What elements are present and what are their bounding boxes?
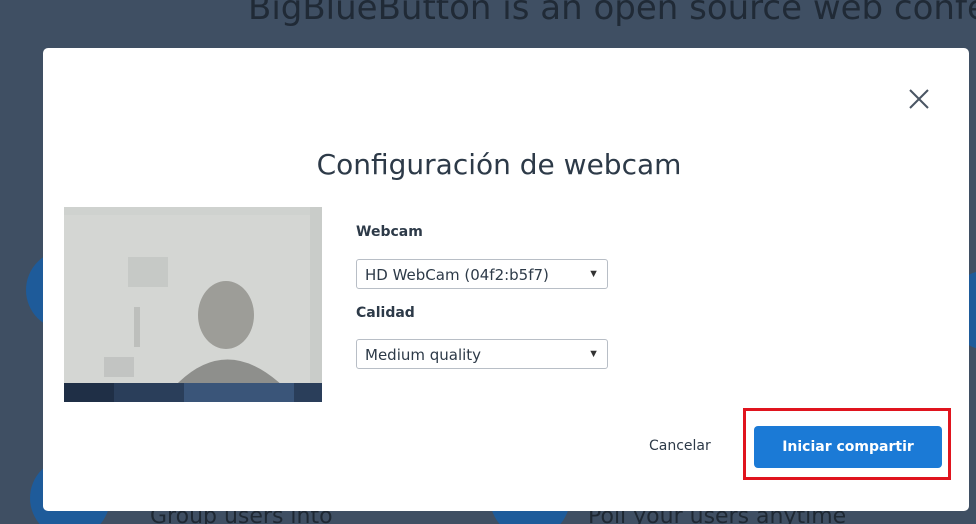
webcam-settings-modal: Configuración de webcam Webcam HD WebCam…	[43, 48, 969, 511]
quality-label: Calidad	[356, 305, 415, 321]
close-icon	[909, 89, 929, 109]
webcam-label: Webcam	[356, 224, 423, 240]
background-heading: BigBlueButton is an open source web conf…	[248, 0, 976, 28]
modal-title: Configuración de webcam	[316, 148, 682, 181]
chevron-down-icon: ▼	[588, 268, 599, 280]
start-sharing-button[interactable]: Iniciar compartir	[754, 426, 942, 468]
chevron-down-icon: ▼	[588, 348, 599, 360]
quality-select-value: Medium quality	[365, 346, 482, 364]
cancel-button[interactable]: Cancelar	[649, 438, 711, 454]
webcam-preview	[64, 207, 322, 402]
webcam-select-value: HD WebCam (04f2:b5f7)	[365, 266, 549, 284]
webcam-select[interactable]: HD WebCam (04f2:b5f7) ▼	[356, 259, 608, 289]
quality-select[interactable]: Medium quality ▼	[356, 339, 608, 369]
close-button[interactable]	[904, 84, 934, 114]
